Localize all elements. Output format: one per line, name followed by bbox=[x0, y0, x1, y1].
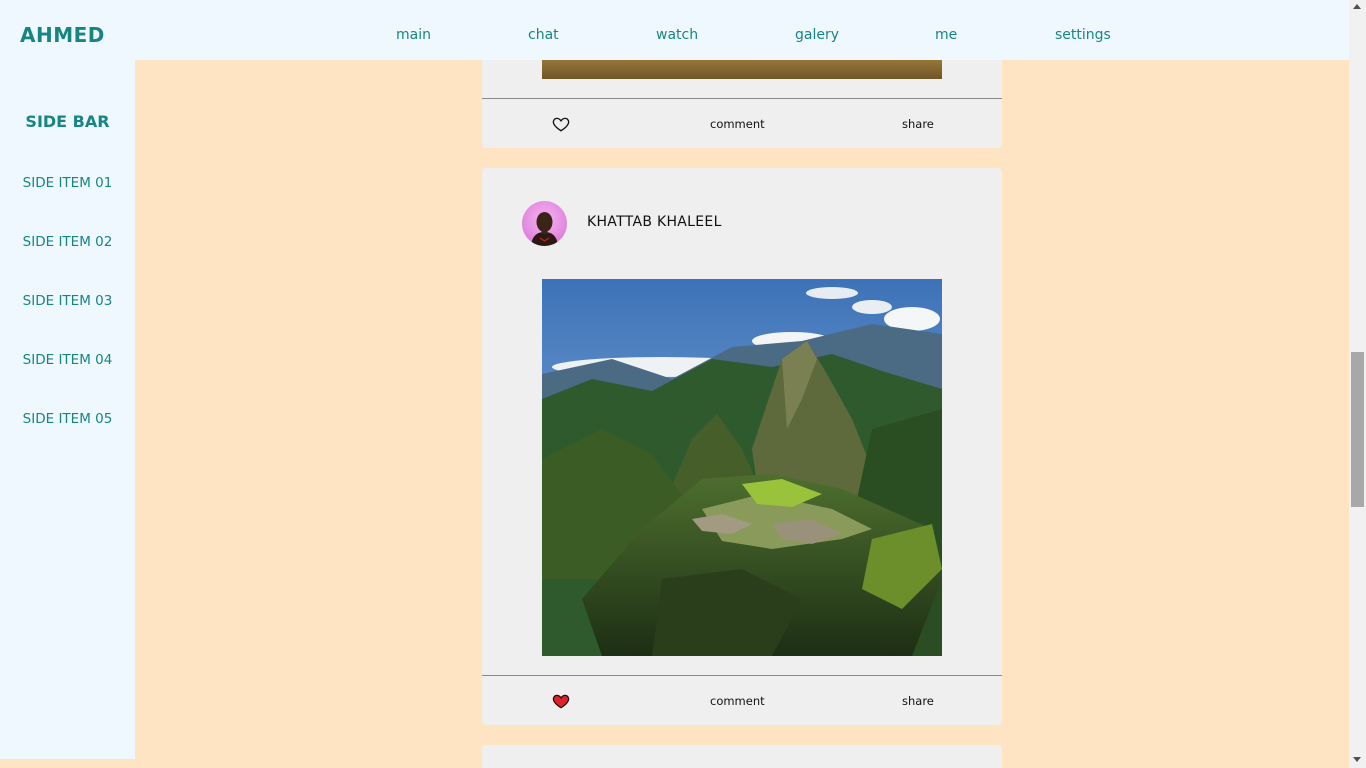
post-card-next bbox=[482, 745, 1002, 768]
post-actions: comment share bbox=[482, 99, 1002, 147]
top-navbar: AHMED main chat watch galery me settings bbox=[0, 0, 1349, 60]
sidebar-item-04[interactable]: SIDE ITEM 04 bbox=[0, 352, 135, 368]
nav-chat[interactable]: chat bbox=[528, 27, 559, 43]
comment-button[interactable]: comment bbox=[710, 694, 765, 708]
nav-settings[interactable]: settings bbox=[1055, 27, 1111, 43]
nav-main[interactable]: main bbox=[396, 27, 431, 43]
avatar-person-icon bbox=[531, 212, 558, 246]
heart-filled-icon[interactable] bbox=[552, 692, 570, 710]
brand-logo[interactable]: AHMED bbox=[20, 23, 105, 47]
share-button[interactable]: share bbox=[902, 117, 934, 131]
avatar[interactable] bbox=[522, 201, 567, 246]
mountain-landscape-image bbox=[542, 279, 942, 656]
nav-galery[interactable]: galery bbox=[795, 27, 839, 43]
sidebar-item-05[interactable]: SIDE ITEM 05 bbox=[0, 411, 135, 427]
post-author-name[interactable]: KHATTAB KHALEEL bbox=[587, 214, 722, 230]
post-image[interactable] bbox=[542, 279, 942, 656]
scroll-up-icon[interactable] bbox=[1353, 4, 1361, 9]
post-actions: comment share bbox=[482, 676, 1002, 724]
vertical-scrollbar[interactable] bbox=[1349, 0, 1366, 768]
heart-outline-icon[interactable] bbox=[552, 115, 570, 133]
scroll-down-icon[interactable] bbox=[1353, 757, 1361, 762]
nav-watch[interactable]: watch bbox=[656, 27, 698, 43]
sidebar-item-01[interactable]: SIDE ITEM 01 bbox=[0, 175, 135, 191]
sidebar-item-02[interactable]: SIDE ITEM 02 bbox=[0, 234, 135, 250]
scrollbar-thumb[interactable] bbox=[1351, 352, 1364, 507]
sidebar-title: SIDE BAR bbox=[25, 112, 110, 131]
share-button[interactable]: share bbox=[902, 694, 934, 708]
nav-me[interactable]: me bbox=[935, 27, 957, 43]
sidebar: SIDE BAR SIDE ITEM 01 SIDE ITEM 02 SIDE … bbox=[0, 60, 135, 759]
comment-button[interactable]: comment bbox=[710, 117, 765, 131]
post-card: KHATTAB KHALEEL comment share bbox=[482, 168, 1002, 725]
sidebar-item-03[interactable]: SIDE ITEM 03 bbox=[0, 293, 135, 309]
